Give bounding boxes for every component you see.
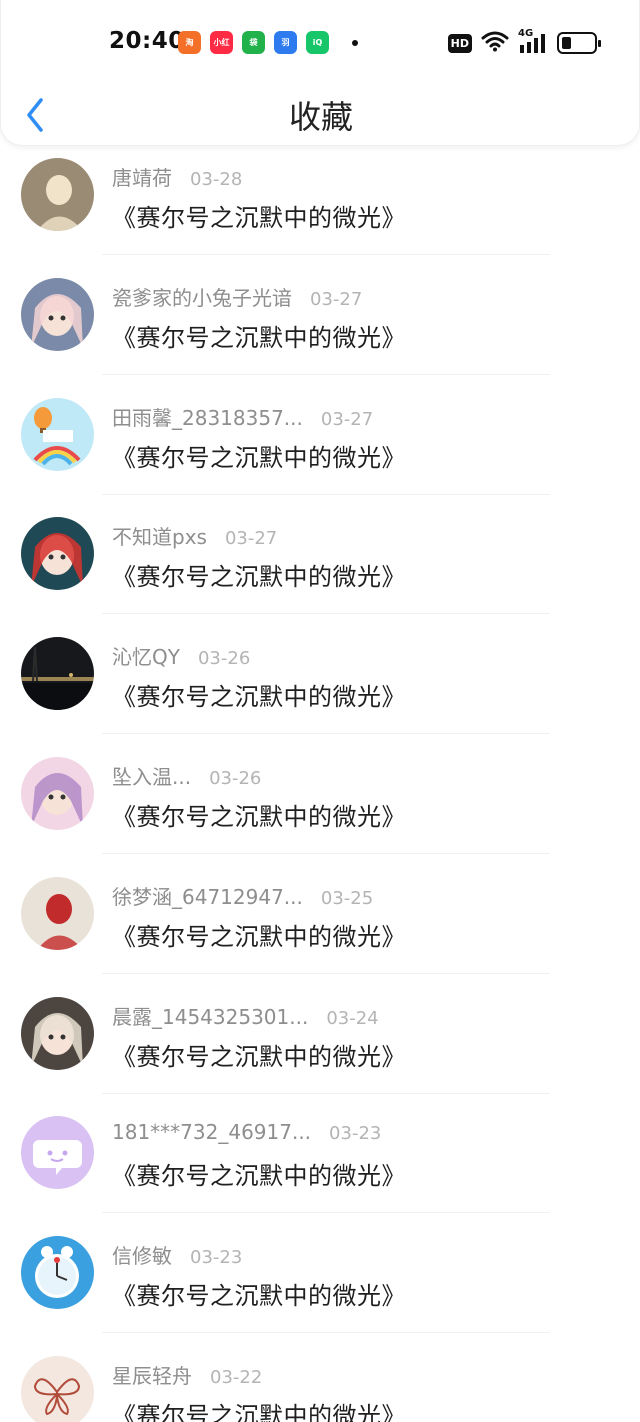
page-title: 收藏	[288, 98, 353, 136]
work-title[interactable]: 《赛尔号之沉默中的微光》	[112, 797, 406, 832]
more-notifications-dot	[352, 39, 358, 46]
item-date: 03-27	[310, 288, 363, 310]
item-meta: 晨露_1454325301... 03-24	[112, 1001, 379, 1030]
status-indicators: HD 4G	[447, 28, 601, 56]
user-name[interactable]: 唐靖荷	[112, 162, 172, 191]
item-date: 03-22	[210, 1366, 263, 1388]
shopping-bag-app-icon: 袋	[242, 31, 265, 54]
row-divider	[102, 493, 550, 495]
avatar[interactable]	[21, 637, 94, 711]
item-meta: 181***732_46917... 03-23	[112, 1120, 381, 1144]
work-title[interactable]: 《赛尔号之沉默中的微光》	[112, 1396, 406, 1422]
list-item[interactable]: 星辰轻舟 03-22 《赛尔号之沉默中的微光》	[0, 1344, 640, 1422]
item-meta: 信修敏 03-23	[112, 1240, 242, 1269]
work-title[interactable]: 《赛尔号之沉默中的微光》	[112, 438, 406, 473]
item-date: 03-26	[209, 767, 262, 789]
row-divider	[102, 373, 550, 375]
item-meta: 坠入温... 03-26	[112, 761, 261, 790]
battery-icon	[557, 32, 601, 54]
work-title[interactable]: 《赛尔号之沉默中的微光》	[112, 557, 406, 592]
list-item[interactable]: 田雨馨_28318357... 03-27 《赛尔号之沉默中的微光》	[0, 386, 640, 506]
item-meta: 星辰轻舟 03-22	[112, 1360, 262, 1389]
feather-app-icon: 羽	[274, 31, 297, 54]
status-time: 20:40	[109, 28, 185, 54]
item-date: 03-23	[329, 1123, 382, 1145]
work-title[interactable]: 《赛尔号之沉默中的微光》	[112, 677, 406, 712]
list-item[interactable]: 唐靖荷 03-28 《赛尔号之沉默中的微光》	[0, 146, 640, 266]
navigation-bar: 收藏	[1, 86, 640, 142]
avatar[interactable]	[21, 1116, 94, 1190]
list-item[interactable]: 晨露_1454325301... 03-24 《赛尔号之沉默中的微光》	[0, 985, 640, 1105]
item-meta: 不知道pxs 03-27	[112, 521, 277, 550]
row-divider	[102, 972, 550, 974]
item-meta: 徐梦涵_64712947... 03-25	[112, 881, 373, 910]
item-meta: 沁忆QY 03-26	[112, 641, 250, 670]
row-divider	[102, 733, 550, 735]
item-date: 03-24	[326, 1007, 379, 1029]
row-divider	[102, 254, 550, 255]
list-item[interactable]: 不知道pxs 03-27 《赛尔号之沉默中的微光》	[0, 505, 640, 625]
user-name[interactable]: 沁忆QY	[112, 641, 180, 670]
user-name[interactable]: 田雨馨_28318357...	[112, 402, 303, 431]
item-meta: 田雨馨_28318357... 03-27	[112, 402, 373, 431]
header-card: 20:40 淘小红袋羽 iQ HD 4G 收藏	[0, 0, 640, 146]
notification-app-icons: 淘小红袋羽 iQ	[178, 31, 358, 54]
item-meta: 瓷爹家的小兔子光谙 03-27	[112, 282, 362, 311]
favorites-list: 唐靖荷 03-28 《赛尔号之沉默中的微光》 瓷爹家的小兔子光谙 03-27 《赛尔号之…	[0, 146, 640, 1422]
avatar[interactable]	[21, 1355, 94, 1422]
user-name[interactable]: 瓷爹家的小兔子光谙	[112, 282, 292, 311]
user-name[interactable]: 不知道pxs	[112, 521, 207, 550]
item-date: 03-25	[320, 887, 374, 909]
user-name[interactable]: 徐梦涵_64712947...	[112, 881, 303, 910]
status-bar: 20:40 淘小红袋羽 iQ HD 4G	[1, 0, 640, 86]
list-item[interactable]: 信修敏 03-23 《赛尔号之沉默中的微光》	[0, 1224, 640, 1344]
row-divider	[102, 613, 550, 615]
work-title[interactable]: 《赛尔号之沉默中的微光》	[112, 917, 406, 952]
user-name[interactable]: 信修敏	[112, 1240, 172, 1269]
xiaohongshu-app-icon: 小红	[210, 31, 233, 54]
item-date: 03-23	[190, 1247, 243, 1269]
avatar[interactable]	[21, 876, 94, 950]
work-title[interactable]: 《赛尔号之沉默中的微光》	[112, 1276, 406, 1311]
item-date: 03-27	[320, 408, 374, 430]
user-name[interactable]: 星辰轻舟	[112, 1360, 192, 1389]
item-date: 03-28	[190, 169, 243, 190]
row-divider	[102, 852, 550, 854]
avatar[interactable]	[21, 517, 94, 591]
list-item[interactable]: 瓷爹家的小兔子光谙 03-27 《赛尔号之沉默中的微光》	[0, 266, 640, 386]
hd-voice-badge: HD	[447, 33, 472, 53]
item-date: 03-26	[197, 648, 251, 670]
row-divider	[102, 1212, 550, 1214]
list-item[interactable]: 徐梦涵_64712947... 03-25 《赛尔号之沉默中的微光》	[0, 865, 640, 985]
iqiyi-app-icon: iQ	[306, 31, 329, 54]
user-name[interactable]: 181***732_46917...	[112, 1120, 311, 1144]
row-divider	[102, 1332, 550, 1334]
avatar[interactable]	[21, 756, 94, 830]
work-title[interactable]: 《赛尔号之沉默中的微光》	[112, 198, 406, 233]
avatar[interactable]	[21, 1236, 94, 1310]
row-divider	[102, 1092, 550, 1094]
user-name[interactable]: 坠入温...	[112, 761, 191, 790]
avatar[interactable]	[21, 397, 94, 471]
avatar[interactable]	[21, 277, 94, 351]
work-title[interactable]: 《赛尔号之沉默中的微光》	[112, 318, 406, 353]
cellular-signal-icon: 4G	[518, 28, 548, 55]
taobao-app-icon: 淘	[178, 31, 201, 54]
item-date: 03-27	[224, 528, 278, 550]
work-title[interactable]: 《赛尔号之沉默中的微光》	[112, 1037, 406, 1072]
avatar[interactable]	[21, 158, 94, 231]
wifi-icon	[481, 30, 509, 56]
list-item[interactable]: 沁忆QY 03-26 《赛尔号之沉默中的微光》	[0, 625, 640, 745]
user-name[interactable]: 晨露_1454325301...	[112, 1001, 308, 1030]
work-title[interactable]: 《赛尔号之沉默中的微光》	[112, 1156, 406, 1191]
list-item[interactable]: 坠入温... 03-26 《赛尔号之沉默中的微光》	[0, 745, 640, 865]
avatar[interactable]	[21, 996, 94, 1070]
item-meta: 唐靖荷 03-28	[112, 162, 242, 191]
list-item[interactable]: 181***732_46917... 03-23 《赛尔号之沉默中的微光》	[0, 1104, 640, 1224]
